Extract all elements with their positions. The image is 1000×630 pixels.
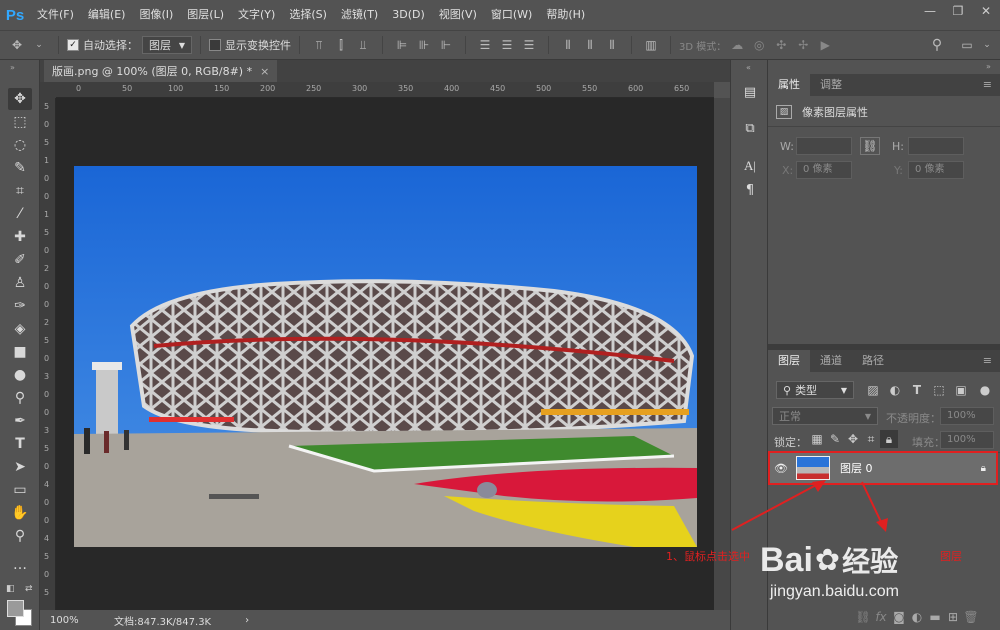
watermark-url: jingyan.baidu.com	[770, 583, 899, 600]
baidu-watermark: Bai ✿ 经验	[760, 540, 898, 580]
watermark-brand: Bai	[760, 540, 813, 579]
annotation-arrows	[731, 480, 888, 532]
paw-icon: ✿	[814, 542, 841, 578]
foreground-color[interactable]	[7, 600, 24, 617]
watermark-jy: 经验	[842, 545, 899, 578]
annotation-step1: 1、鼠标点击选中	[666, 550, 750, 563]
annotation-step2: 图层	[940, 550, 962, 563]
photoshop-window: Ps 文件(F) 编辑(E) 图像(I) 图层(L) 文字(Y) 选择(S) 滤…	[0, 0, 1000, 630]
